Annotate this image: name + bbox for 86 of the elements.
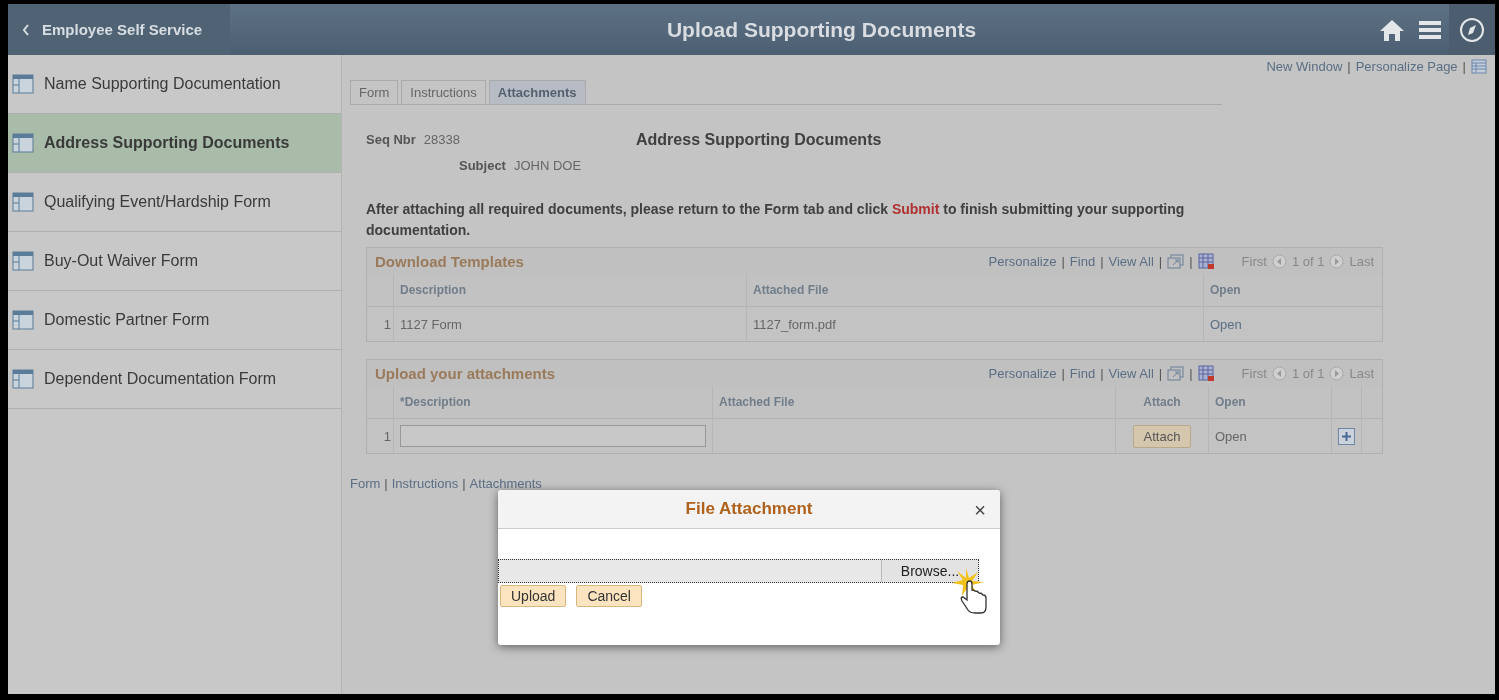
link[interactable]: View All [1108, 253, 1154, 269]
dialog-button[interactable]: Upload [500, 585, 567, 607]
subject-label: Subject [459, 158, 506, 173]
previous-icon[interactable] [1271, 253, 1287, 269]
column-header: Description [393, 274, 747, 307]
column-header: Attached File [712, 386, 1116, 419]
first-label: First [1241, 253, 1267, 269]
table-icon [12, 251, 34, 271]
link[interactable]: Personalize [988, 253, 1057, 269]
new-window-icon[interactable] [1167, 253, 1185, 269]
page-title: Address Supporting Documents [636, 131, 883, 149]
separator: | [384, 476, 388, 491]
first-label: First [1241, 365, 1267, 381]
seq-value: 28338 [423, 132, 460, 147]
new-window-icon[interactable] [1167, 365, 1185, 381]
grid-icon[interactable] [1471, 59, 1487, 74]
separator: | [1158, 253, 1163, 269]
subject-value: JOHN DOE [513, 158, 582, 173]
separator: | [1061, 365, 1065, 381]
sidebar-item[interactable]: Address Supporting Documents [8, 114, 341, 173]
link[interactable]: Attachments [469, 476, 542, 491]
table-icon [12, 133, 34, 153]
spreadsheet-icon[interactable] [1197, 364, 1215, 382]
plus-icon [1341, 430, 1352, 442]
separator: | [1189, 253, 1193, 269]
column-header: Open [1203, 274, 1382, 307]
table-icon [12, 74, 34, 94]
compass-icon [1459, 16, 1485, 43]
table-cell: 1127 Form [393, 306, 747, 341]
separator: | [1189, 365, 1193, 381]
tab[interactable]: Instructions [401, 80, 486, 104]
table-cell: Open [1208, 418, 1332, 453]
separator: | [1100, 365, 1104, 381]
file-field[interactable]: Browse... [498, 559, 979, 583]
grid-title: Download Templates [375, 252, 525, 270]
separator: | [1158, 365, 1163, 381]
next-icon[interactable] [1329, 253, 1345, 269]
column-header: Attach [1115, 386, 1209, 419]
last-label: Last [1349, 365, 1374, 381]
row-number: 1 [367, 418, 394, 453]
link[interactable]: Find [1069, 253, 1096, 269]
link[interactable]: Personalize Page [1355, 59, 1458, 74]
table-cell: 1127_form.pdf [746, 306, 1204, 341]
link[interactable]: New Window [1266, 59, 1343, 74]
separator: | [1061, 253, 1065, 269]
next-icon[interactable] [1329, 365, 1345, 381]
menu-icon [1419, 19, 1441, 40]
close-button[interactable]: × [974, 499, 986, 522]
navbar-button[interactable] [1449, 4, 1495, 55]
tab[interactable]: Form [350, 80, 399, 104]
open-link[interactable]: Open [1210, 316, 1242, 332]
column-header: *Description [393, 386, 713, 419]
spreadsheet-icon[interactable] [1197, 252, 1215, 270]
back-button[interactable]: Employee Self Service [8, 4, 230, 55]
page-count: 1 of 1 [1291, 365, 1325, 381]
table-icon [12, 310, 34, 330]
page-count: 1 of 1 [1291, 253, 1325, 269]
last-label: Last [1349, 253, 1374, 269]
seq-label: Seq Nbr [366, 132, 416, 147]
link[interactable]: Instructions [391, 476, 459, 491]
attach-button[interactable]: Attach [1132, 424, 1192, 448]
table-icon [12, 369, 34, 389]
grid-title: Upload your attachments [375, 364, 557, 382]
chevron-left-icon [22, 23, 30, 36]
instruction-text: After attaching all required documents, please return to the Form tab and click Submit to finish submitting your supporting documentation. [366, 200, 1186, 240]
separator: | [1462, 59, 1466, 74]
dialog-title: File Attachment [685, 499, 813, 519]
link[interactable]: Form [350, 476, 381, 491]
link[interactable]: Personalize [988, 365, 1057, 381]
column-header: Open [1208, 386, 1332, 419]
home-icon [1379, 17, 1405, 42]
browse-button[interactable]: Browse... [881, 560, 978, 582]
link[interactable]: View All [1108, 365, 1154, 381]
row-number: 1 [367, 306, 394, 341]
separator: | [1347, 59, 1351, 74]
link[interactable]: Find [1069, 365, 1096, 381]
tab[interactable]: Attachments [488, 80, 586, 104]
dialog-button[interactable]: Cancel [576, 585, 642, 607]
description-input[interactable] [400, 425, 706, 447]
column-header: Attached File [746, 274, 1204, 307]
add-row-button[interactable] [1338, 427, 1355, 445]
previous-icon[interactable] [1271, 365, 1287, 381]
separator: | [462, 476, 466, 491]
page-header-title: Upload Supporting Documents [665, 17, 978, 42]
separator: | [1100, 253, 1104, 269]
table-icon [12, 192, 34, 212]
